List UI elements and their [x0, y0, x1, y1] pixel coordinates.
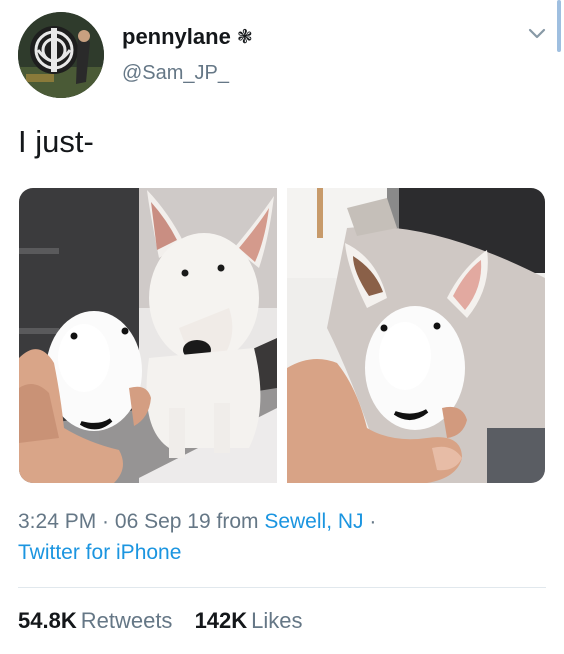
author-names: pennylane ❃ @Sam_JP_	[122, 24, 253, 85]
likes-stat[interactable]: 142K Likes	[195, 608, 303, 633]
tweet-header: pennylane ❃ @Sam_JP_	[18, 12, 548, 102]
flower-icon: ❃	[236, 27, 253, 48]
location-link[interactable]: Sewell, NJ	[264, 510, 363, 533]
avatar-image	[18, 12, 104, 98]
retweets-count: 54.8K	[18, 608, 77, 633]
meta-separator-2: ·	[363, 510, 377, 533]
source-link[interactable]: Twitter for iPhone	[18, 541, 181, 564]
user-handle[interactable]: @Sam_JP_	[122, 62, 253, 85]
tweet-time[interactable]: 3:24 PM	[18, 510, 96, 533]
likes-label: Likes	[251, 608, 303, 633]
scrollbar[interactable]	[557, 0, 561, 52]
retweets-label: Retweets	[80, 608, 173, 633]
avatar[interactable]	[18, 12, 104, 98]
tweet-date[interactable]: 06 Sep 19	[115, 510, 211, 533]
tweet-photo-2[interactable]	[287, 188, 545, 483]
tweet-stats: 54.8K Retweets 142K Likes	[18, 608, 319, 634]
photo-dog-and-egg-left	[19, 188, 277, 483]
divider	[18, 587, 546, 588]
chevron-down-icon[interactable]	[526, 22, 548, 44]
tweet-photo-1[interactable]	[19, 188, 277, 483]
retweets-stat[interactable]: 54.8K Retweets	[18, 608, 172, 633]
from-label: from	[210, 510, 265, 533]
tweet-timestamp-line: 3:24 PM · 06 Sep 19 from Sewell, NJ ·	[18, 510, 376, 534]
tweet-source-line: Twitter for iPhone	[18, 541, 181, 565]
meta-separator: ·	[96, 510, 115, 533]
tweet-text: I just-	[18, 124, 94, 159]
photo-dog-and-egg-right	[287, 188, 545, 483]
display-name[interactable]: pennylane	[122, 24, 231, 50]
likes-count: 142K	[194, 608, 248, 633]
